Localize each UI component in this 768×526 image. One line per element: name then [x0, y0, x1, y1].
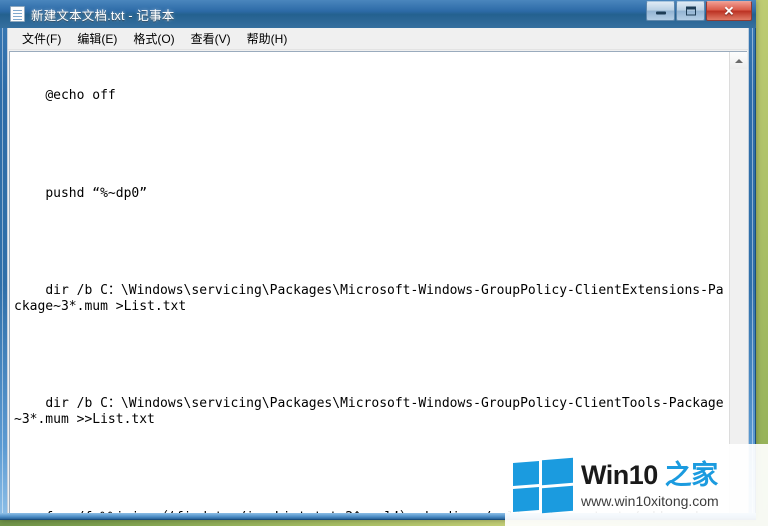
notepad-window: 新建文本文档.txt - 记事本 ✕ 文件(F) 编辑(E) 格式(O) 查看(…	[0, 0, 756, 520]
window-title: 新建文本文档.txt - 记事本	[31, 9, 175, 23]
menu-item-format[interactable]: 格式(O)	[125, 28, 182, 49]
notepad-document-icon	[10, 6, 25, 22]
logo-pane-top-right	[542, 457, 573, 486]
close-icon: ✕	[723, 3, 735, 19]
maximize-icon	[685, 6, 696, 16]
site-watermark: Win10 之家 www.win10xitong.com	[505, 444, 768, 526]
maximize-button[interactable]	[676, 1, 705, 21]
watermark-title-blue: 之家	[657, 460, 719, 491]
menu-item-help[interactable]: 帮助(H)	[239, 28, 296, 49]
watermark-text: Win10 之家 www.win10xitong.com	[581, 461, 768, 509]
menu-item-file[interactable]: 文件(F)	[14, 28, 69, 49]
watermark-url: www.win10xitong.com	[581, 492, 719, 509]
code-line: dir /b C：\Windows\servicing\Packages\Mic…	[14, 282, 724, 315]
scroll-up-arrow[interactable]	[730, 52, 747, 70]
windows-logo	[513, 457, 573, 514]
code-line: pushd “%~dp0”	[14, 185, 148, 201]
minimize-button[interactable]	[646, 1, 675, 21]
menu-bar: 文件(F) 编辑(E) 格式(O) 查看(V) 帮助(H)	[8, 28, 748, 50]
close-button[interactable]: ✕	[706, 1, 752, 21]
menu-item-view[interactable]: 查看(V)	[183, 28, 239, 49]
logo-pane-bottom-left	[513, 486, 539, 513]
watermark-title: Win10 之家	[581, 461, 768, 489]
logo-pane-top-left	[513, 460, 539, 487]
menu-item-edit[interactable]: 编辑(E)	[69, 28, 125, 49]
minimize-icon	[655, 11, 666, 15]
code-line: @echo off	[14, 88, 116, 104]
logo-pane-bottom-right	[542, 485, 573, 514]
window-titlebar[interactable]: 新建文本文档.txt - 记事本 ✕	[0, 0, 756, 28]
code-line: dir /b C：\Windows\servicing\Packages\Mic…	[14, 396, 724, 428]
window-controls: ✕	[646, 1, 752, 21]
watermark-title-dark: Win10	[581, 460, 658, 491]
